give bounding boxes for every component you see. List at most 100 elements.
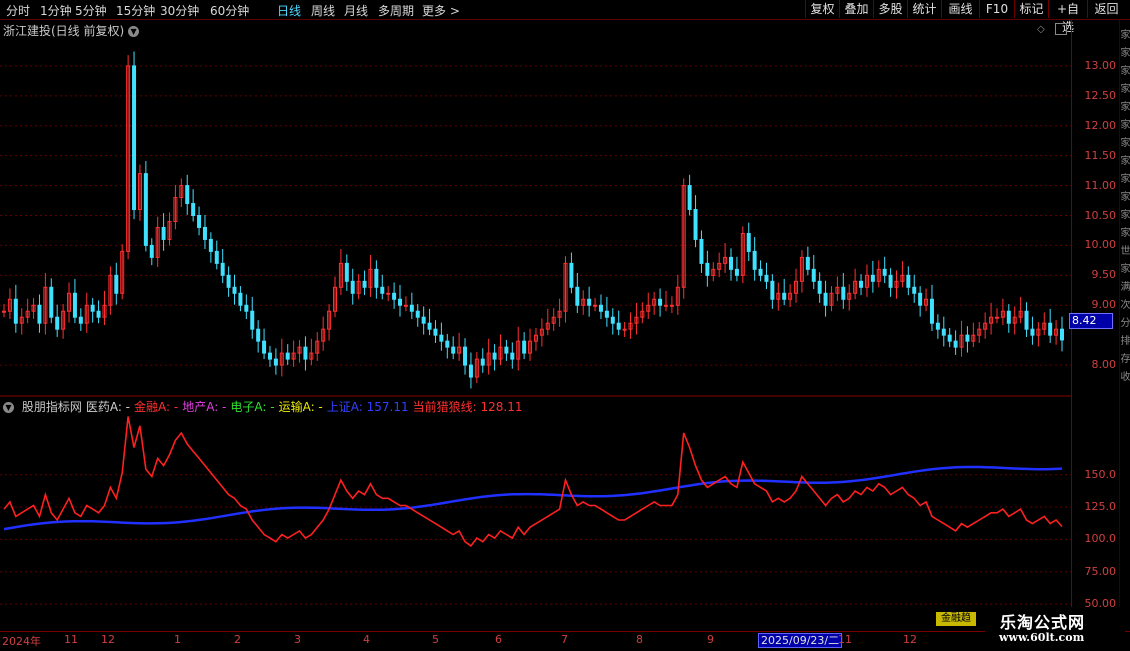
- candle-body: [1006, 310, 1011, 324]
- candle-body: [480, 358, 485, 366]
- candle-body: [947, 334, 952, 342]
- candle-body: [214, 250, 219, 264]
- candle-body: [409, 304, 414, 312]
- candle-body: [669, 304, 674, 307]
- candle-body: [96, 310, 101, 318]
- candle-body: [143, 173, 148, 246]
- candle-body: [604, 310, 609, 318]
- price-axis-tick: 11.50: [1084, 148, 1117, 162]
- indicator-axis-tick: 75.00: [1084, 564, 1117, 578]
- candle-body: [37, 304, 42, 324]
- candle-body: [463, 346, 468, 366]
- date-axis-label: 7: [561, 633, 568, 646]
- candle-body: [161, 226, 166, 240]
- candle-body: [906, 274, 911, 288]
- index-line: [3, 465, 1063, 531]
- date-axis-label: 12: [903, 633, 917, 646]
- indicator-legend-item: 上证A: 157.11: [326, 400, 409, 414]
- price-axis-tick: 8.00: [1091, 358, 1117, 372]
- candle-body: [149, 244, 154, 258]
- candle-body: [191, 203, 196, 217]
- indicator-name: 股朋指标网: [18, 400, 82, 414]
- candle-body: [687, 185, 692, 211]
- strip-char: 家: [1120, 264, 1130, 275]
- date-axis-label: 6: [495, 633, 502, 646]
- candle-body: [208, 238, 213, 252]
- strip-char: 收: [1120, 372, 1130, 383]
- last-price-tag: 8.42: [1069, 313, 1113, 329]
- strip-char: 家: [1120, 174, 1130, 185]
- candle-body: [185, 185, 190, 205]
- strip-char: 次: [1120, 300, 1130, 311]
- candle-body: [817, 280, 822, 294]
- candle-body: [752, 250, 757, 270]
- candle-body: [504, 346, 509, 354]
- date-axis-label: 8: [636, 633, 643, 646]
- candle-body: [398, 298, 403, 306]
- candle-body: [929, 298, 934, 324]
- candle-body: [285, 352, 290, 360]
- right-side-strip[interactable]: 家家家家家家家家家家家家世家满次分排存收: [1119, 20, 1130, 630]
- strip-char: 家: [1120, 48, 1130, 59]
- candle-body: [238, 292, 243, 306]
- strip-char: 家: [1120, 156, 1130, 167]
- candle-body: [770, 280, 775, 300]
- candle-body: [232, 286, 237, 294]
- date-axis-label: 12: [101, 633, 115, 646]
- candle-body: [663, 304, 668, 307]
- candle-body: [226, 274, 231, 288]
- date-axis-label: 11: [64, 633, 78, 646]
- candle-body: [427, 322, 432, 330]
- candle-body: [451, 346, 456, 354]
- strip-char: 满: [1120, 282, 1130, 293]
- strip-char: 家: [1120, 102, 1130, 113]
- strip-char: 排: [1120, 336, 1130, 347]
- watermark-logo: 乐淘公式网 www.60lt.com: [985, 607, 1125, 649]
- date-cursor-label: 2025/09/23/二: [758, 633, 843, 648]
- kline-chart[interactable]: [0, 0, 1130, 650]
- candle-body: [699, 238, 704, 264]
- strip-char: 存: [1120, 354, 1130, 365]
- strip-char: 分: [1120, 318, 1130, 329]
- candle-body: [811, 268, 816, 282]
- candle-body: [569, 262, 574, 288]
- candle-body: [250, 310, 255, 330]
- price-axis-tick: 12.50: [1084, 88, 1117, 102]
- candle-body: [197, 215, 202, 228]
- candle-body: [882, 268, 887, 276]
- candle-body: [729, 256, 734, 270]
- candle-body: [72, 292, 77, 318]
- candle-body: [468, 364, 473, 378]
- candle-body: [344, 262, 349, 282]
- indicator-axis-tick: 125.0: [1084, 500, 1117, 514]
- watermark-title: 乐淘公式网: [1000, 613, 1086, 632]
- candle-body: [132, 65, 137, 211]
- strip-char: 家: [1120, 84, 1130, 95]
- strip-char: 家: [1120, 210, 1130, 221]
- candle-body: [380, 286, 385, 294]
- date-axis-label: 1: [174, 633, 181, 646]
- candle-body: [782, 292, 787, 300]
- indicator-badge: 金融趋: [936, 612, 976, 626]
- candle-body: [658, 298, 663, 306]
- indicator-axis-tick: 150.0: [1084, 467, 1117, 481]
- strip-char: 家: [1120, 66, 1130, 77]
- candle-body: [433, 328, 438, 336]
- candle-body: [918, 292, 923, 306]
- indicator-legend-item: 电子A: -: [230, 400, 275, 414]
- candle-body: [598, 304, 603, 312]
- strip-char: 家: [1120, 120, 1130, 131]
- candle-body: [492, 352, 497, 360]
- candle-body: [870, 274, 875, 282]
- chevron-down-icon[interactable]: ▼: [3, 402, 14, 413]
- candle-body: [267, 352, 272, 360]
- candle-body: [805, 256, 810, 270]
- candle-body: [593, 304, 598, 307]
- candle-body: [403, 304, 408, 307]
- candle-body: [622, 328, 627, 331]
- wolf-line: [3, 416, 1063, 548]
- indicator-axis-tick: 100.0: [1084, 532, 1117, 546]
- candle-body: [202, 226, 207, 240]
- price-axis-tick: 12.00: [1084, 118, 1117, 132]
- candle-body: [374, 268, 379, 288]
